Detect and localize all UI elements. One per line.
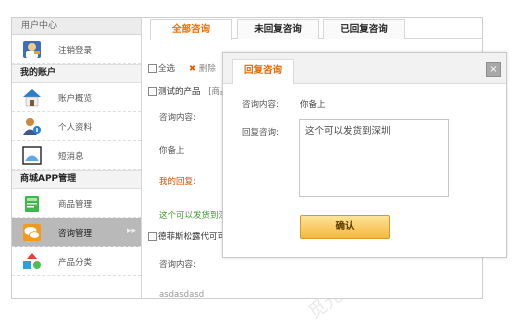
close-icon[interactable]: × [486, 62, 501, 77]
my-reply-label: 我的回复: [159, 177, 196, 187]
sidebar-title: 用户中心 [12, 18, 141, 35]
confirm-button[interactable]: 确认 [300, 215, 390, 239]
dialog-title: 回复咨询 [232, 59, 294, 84]
dialog-reply-label: 回复咨询: [242, 128, 279, 138]
chat-icon [22, 223, 42, 242]
content-label: 咨询内容: [159, 113, 196, 123]
section-app-management: 商城APP管理 [12, 170, 141, 189]
sidebar-item-product-management[interactable]: 商品管理 [12, 189, 141, 218]
product-icon [22, 194, 42, 213]
list-item-title: 测试的产品 [商品 [148, 85, 229, 97]
tab-replied-consultations[interactable]: 已回复咨询 [323, 19, 405, 39]
list-item-title: 德菲斯松露代可可 [148, 230, 226, 242]
delete-button[interactable]: ✖ 删除 [189, 62, 216, 74]
sidebar-item-product-category[interactable]: 产品分类 [12, 247, 141, 276]
sidebar-item-label: 短消息 [58, 152, 84, 162]
sidebar-item-label: 产品分类 [58, 258, 93, 268]
tab-unreplied-consultations[interactable]: 未回复咨询 [237, 19, 319, 39]
item-checkbox[interactable] [148, 87, 157, 96]
sidebar-item-account-overview[interactable]: 账户概览 [12, 83, 141, 112]
sidebar-item-label: 咨询管理 [58, 229, 93, 239]
message-icon [22, 146, 42, 165]
user-info-icon [22, 117, 42, 136]
logout-link: 注销登录 [58, 46, 93, 56]
house-icon [22, 88, 42, 107]
sidebar-item-logout[interactable]: 注销登录 [12, 35, 141, 64]
dialog-header: 回复咨询 × [223, 53, 506, 84]
category-icon [22, 252, 42, 271]
select-all[interactable]: 全选 [148, 62, 175, 74]
active-arrow-icon: ▸▸ [126, 226, 136, 236]
user-key-icon [22, 40, 42, 59]
reply-dialog: 回复咨询 × 咨询内容: 你备上 回复咨询: 这个可以发货到深圳 确认 [222, 52, 507, 258]
select-all-checkbox[interactable] [148, 64, 157, 73]
sidebar: 用户中心 注销登录 我的账户 账户概览 个人资料 短消息 商城APP管理 商品管… [12, 18, 142, 298]
sidebar-item-label: 商品管理 [58, 200, 93, 210]
sidebar-item-consultation-management[interactable]: 咨询管理 ▸▸ [12, 218, 141, 247]
content-label: 咨询内容: [159, 260, 196, 270]
content-value: asdasdasd [159, 290, 205, 299]
delete-label: 删除 [198, 64, 216, 74]
sidebar-item-messages[interactable]: 短消息 [12, 141, 141, 170]
item-checkbox[interactable] [148, 232, 157, 241]
select-all-label: 全选 [158, 64, 176, 74]
delete-icon: ✖ [189, 64, 197, 74]
my-reply-value: 这个可以发货到深 [159, 211, 228, 221]
consultation-tabs: 全部咨询 未回复咨询 已回复咨询 [150, 18, 482, 40]
dialog-content-label: 咨询内容: [242, 100, 279, 110]
section-my-account: 我的账户 [12, 64, 141, 83]
dialog-content-value: 你备上 [300, 100, 326, 110]
reply-textarea[interactable]: 这个可以发货到深圳 [299, 119, 449, 197]
sidebar-item-profile[interactable]: 个人资料 [12, 112, 141, 141]
sidebar-item-label: 账户概览 [58, 94, 93, 104]
tab-all-consultations[interactable]: 全部咨询 [150, 19, 232, 40]
sidebar-item-label: 个人资料 [58, 123, 93, 133]
content-value: 你备上 [159, 146, 185, 156]
